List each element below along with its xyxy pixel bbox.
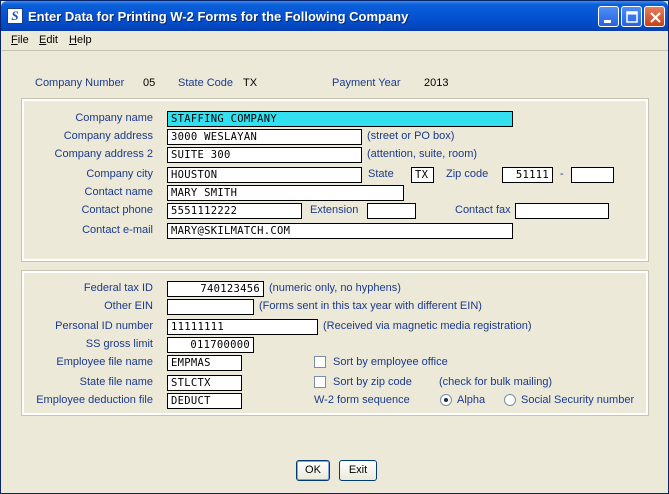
w2-dialog-window: S Enter Data for Printing W-2 Forms for …: [0, 0, 669, 494]
contact-email-field[interactable]: MARY@SKILMATCH.COM: [167, 223, 513, 239]
contact-phone-label: Contact phone: [81, 204, 153, 216]
ss-gross-limit-field[interactable]: 011700000: [167, 337, 254, 353]
deduction-file-label: Employee deduction file: [36, 394, 153, 406]
state-label: State: [368, 168, 394, 180]
title-bar[interactable]: S Enter Data for Printing W-2 Forms for …: [1, 1, 668, 31]
menu-edit[interactable]: Edit: [39, 34, 58, 46]
menu-file-accel: F: [11, 34, 18, 46]
sort-by-zip-checkbox[interactable]: [314, 376, 326, 388]
company-city-label: Company city: [86, 168, 153, 180]
menu-file[interactable]: File: [11, 34, 29, 46]
ok-button[interactable]: OK: [296, 460, 330, 481]
sequence-alpha-label: Alpha: [457, 394, 486, 406]
state-code-value: TX: [243, 77, 258, 89]
company-address2-label: Company address 2: [54, 148, 153, 160]
payment-year-label: Payment Year: [332, 77, 401, 89]
company-address-hint: (street or PO box): [367, 130, 455, 142]
extension-label: Extension: [310, 204, 359, 216]
exit-button[interactable]: Exit: [339, 460, 377, 481]
federal-tax-id-field[interactable]: 740123456: [167, 281, 264, 297]
contact-name-label: Contact name: [84, 186, 153, 198]
federal-tax-id-label: Federal tax ID: [83, 282, 153, 294]
company-address2-field[interactable]: SUITE 300: [167, 147, 362, 163]
menu-file-label: ile: [17, 34, 29, 46]
close-icon: [650, 12, 661, 23]
company-address-label: Company address: [63, 130, 153, 142]
contact-fax-field[interactable]: [515, 203, 609, 219]
zip-code-field[interactable]: 51111: [502, 167, 553, 183]
close-button[interactable]: [644, 6, 665, 27]
employee-file-field[interactable]: EMPMAS: [167, 355, 242, 371]
company-city-field[interactable]: HOUSTON: [167, 167, 362, 183]
other-ein-hint: (Forms sent in this tax year with differ…: [259, 300, 482, 312]
menu-help-label: elp: [76, 34, 92, 46]
state-code-label: State Code: [178, 77, 234, 89]
employee-file-label: Employee file name: [56, 356, 153, 368]
federal-tax-id-hint: (numeric only, no hyphens): [269, 282, 401, 294]
company-number-label: Company Number: [35, 77, 125, 89]
menu-bar: File Edit Help: [2, 31, 668, 51]
contact-name-field[interactable]: MARY SMITH: [167, 185, 404, 201]
personal-id-label: Personal ID number: [55, 320, 153, 332]
sequence-alpha-radio[interactable]: [440, 394, 452, 406]
zip-dash: -: [560, 168, 564, 180]
radio-selected-dot: [444, 398, 448, 402]
sequence-ssn-radio[interactable]: [504, 394, 516, 406]
zip-extension-field[interactable]: [571, 167, 614, 183]
company-name-field[interactable]: STAFFING COMPANY: [167, 111, 513, 127]
app-icon: S: [7, 8, 23, 24]
zip-code-label: Zip code: [446, 168, 489, 180]
state-file-field[interactable]: STLCTX: [167, 375, 242, 391]
w2-sequence-label: W-2 form sequence: [314, 394, 410, 406]
minimize-icon: [604, 20, 611, 23]
state-field[interactable]: TX: [411, 167, 434, 183]
window-title: Enter Data for Printing W-2 Forms for th…: [28, 9, 409, 24]
sort-by-office-label: Sort by employee office: [333, 356, 448, 368]
menu-help[interactable]: Help: [69, 34, 92, 46]
contact-phone-field[interactable]: 5551112222: [167, 203, 302, 219]
contact-fax-label: Contact fax: [455, 204, 511, 216]
sort-by-zip-label: Sort by zip code: [333, 376, 412, 388]
minimize-button[interactable]: [598, 6, 619, 27]
deduction-file-field[interactable]: DEDUCT: [167, 393, 242, 409]
company-address2-hint: (attention, suite, room): [367, 148, 478, 160]
sort-by-office-checkbox[interactable]: [314, 356, 326, 368]
company-name-label: Company name: [75, 112, 153, 124]
other-ein-field[interactable]: [167, 299, 254, 315]
ss-gross-limit-label: SS gross limit: [85, 338, 153, 350]
company-address-field[interactable]: 3000 WESLAYAN: [167, 129, 362, 145]
payment-year-value: 2013: [424, 77, 449, 89]
menu-edit-label: dit: [46, 34, 58, 46]
company-number-value: 05: [143, 77, 156, 89]
maximize-icon: [626, 11, 638, 23]
other-ein-label: Other EIN: [104, 300, 153, 312]
extension-field[interactable]: [367, 203, 416, 219]
menu-help-accel: H: [69, 34, 77, 46]
maximize-button[interactable]: [621, 6, 642, 27]
personal-id-hint: (Received via magnetic media registratio…: [323, 320, 532, 332]
state-file-label: State file name: [79, 376, 153, 388]
sequence-ssn-label: Social Security number: [521, 394, 635, 406]
bulk-mailing-hint: (check for bulk mailing): [439, 376, 553, 388]
contact-email-label: Contact e-mail: [82, 224, 153, 236]
personal-id-field[interactable]: 11111111: [167, 319, 318, 335]
